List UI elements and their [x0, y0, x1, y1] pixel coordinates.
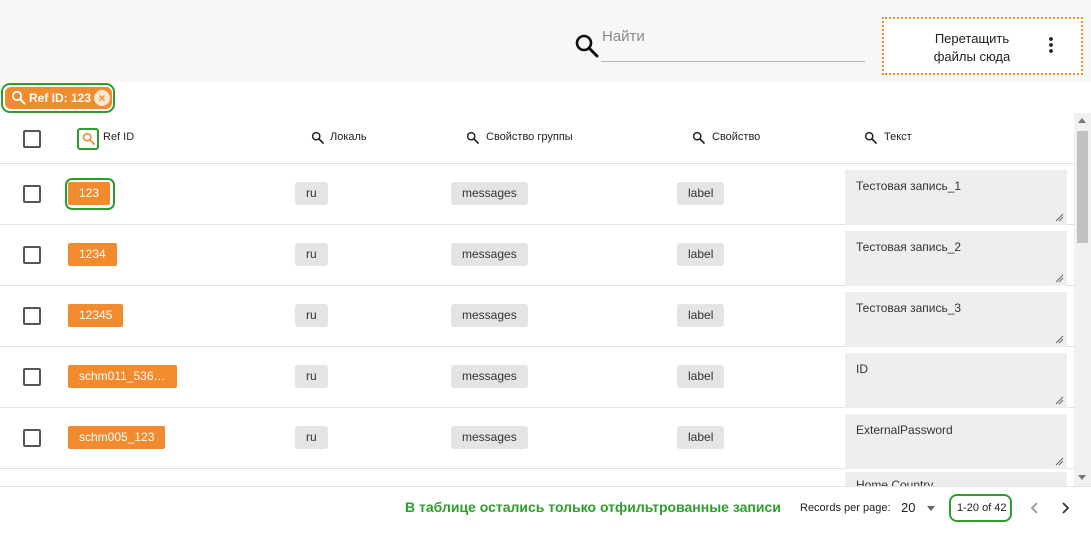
- pagination-range: 1-20 of 42: [957, 502, 1007, 514]
- group-property-tag: messages: [451, 426, 528, 449]
- search-icon[interactable]: [82, 132, 95, 145]
- property-tag: label: [677, 243, 725, 266]
- group-property-tag: messages: [451, 365, 528, 388]
- group-property-tag: messages: [451, 243, 528, 266]
- close-icon[interactable]: ×: [94, 90, 110, 106]
- table-row: schm011_536… ru messages label ID: [0, 347, 1074, 408]
- scroll-up-icon[interactable]: [1078, 118, 1086, 123]
- search-icon[interactable]: [864, 131, 877, 144]
- search-icon[interactable]: [574, 33, 600, 59]
- pagination-range-highlight: 1-20 of 42: [949, 494, 1012, 522]
- filter-chip-label: Ref ID: 123: [29, 91, 92, 105]
- scroll-down-icon[interactable]: [1078, 475, 1086, 480]
- text-field-value: ExternalPassword: [856, 423, 953, 437]
- caret-down-icon: [927, 506, 935, 511]
- table-row: 123 ru messages label Тестовая запись_1: [0, 164, 1074, 225]
- column-header-group-property[interactable]: Свойство группы: [486, 131, 573, 143]
- group-property-tag: messages: [451, 182, 528, 205]
- table-header: Ref ID Локаль Свойство группы Свойство Т…: [0, 113, 1074, 164]
- column-header-ref-id[interactable]: Ref ID: [103, 131, 134, 143]
- search-input[interactable]: Найти: [601, 24, 865, 62]
- row-checkbox[interactable]: [23, 246, 41, 264]
- locale-tag: ru: [295, 182, 328, 205]
- text-field[interactable]: Тестовая запись_3: [845, 292, 1067, 347]
- chevron-right-icon[interactable]: [1056, 499, 1074, 517]
- ref-id-badge[interactable]: 1234: [68, 243, 117, 266]
- ref-id-badge[interactable]: 12345: [68, 304, 124, 327]
- locale-tag: ru: [295, 365, 328, 388]
- resize-handle-icon[interactable]: [1055, 457, 1064, 466]
- records-per-page-label: Records per page:: [800, 502, 891, 514]
- scrollbar-thumb[interactable]: [1077, 131, 1088, 243]
- vertical-scrollbar[interactable]: [1074, 113, 1091, 486]
- property-tag: label: [677, 304, 725, 327]
- property-tag: label: [677, 182, 725, 205]
- text-field[interactable]: ExternalPassword: [845, 414, 1067, 469]
- text-field-value: ID: [856, 362, 868, 376]
- row-checkbox[interactable]: [23, 368, 41, 386]
- top-bar: Найти Перетащить файлы сюда: [0, 0, 1091, 82]
- table-row: 12345 ru messages label Тестовая запись_…: [0, 286, 1074, 347]
- resize-handle-icon[interactable]: [1055, 396, 1064, 405]
- filter-chip[interactable]: Ref ID: 123 ×: [5, 87, 112, 109]
- text-field[interactable]: Тестовая запись_1: [845, 170, 1067, 225]
- file-dropzone[interactable]: Перетащить файлы сюда: [882, 17, 1083, 75]
- text-field[interactable]: Тестовая запись_2: [845, 231, 1067, 286]
- table-row: schm005_123 ru messages label ExternalPa…: [0, 408, 1074, 469]
- search-icon[interactable]: [311, 131, 324, 144]
- annotation-note: В таблице остались только отфильтрованны…: [405, 499, 781, 515]
- text-field-value: Тестовая запись_1: [856, 179, 962, 193]
- column-header-property[interactable]: Свойство: [712, 131, 760, 143]
- row-checkbox[interactable]: [23, 429, 41, 447]
- search-placeholder: Найти: [602, 28, 645, 45]
- resize-handle-icon[interactable]: [1055, 335, 1064, 344]
- dropzone-label: Перетащить файлы сюда: [933, 31, 1011, 64]
- ref-id-badge[interactable]: schm005_123: [68, 426, 166, 449]
- property-tag: label: [677, 426, 725, 449]
- chevron-left-icon[interactable]: [1026, 499, 1044, 517]
- locale-tag: ru: [295, 304, 328, 327]
- search-icon[interactable]: [692, 131, 705, 144]
- more-vert-icon[interactable]: [1041, 35, 1061, 55]
- locale-tag: ru: [295, 426, 328, 449]
- locale-tag: ru: [295, 243, 328, 266]
- group-property-tag: messages: [451, 304, 528, 327]
- text-field-partial[interactable]: Home Country: [845, 472, 1067, 486]
- search-icon[interactable]: [466, 131, 479, 144]
- text-field[interactable]: ID: [845, 353, 1067, 408]
- table-footer: В таблице остались только отфильтрованны…: [0, 486, 1091, 533]
- ref-id-badge[interactable]: 123: [68, 182, 111, 205]
- column-header-text[interactable]: Текст: [884, 131, 912, 143]
- search-icon: [11, 90, 26, 105]
- resize-handle-icon[interactable]: [1055, 274, 1064, 283]
- select-all-checkbox[interactable]: [23, 130, 41, 148]
- text-field-value: Тестовая запись_3: [856, 301, 962, 315]
- app-root: Найти Перетащить файлы сюда Ref ID: 123 …: [0, 0, 1091, 533]
- text-field-value: Home Country: [856, 478, 934, 486]
- column-header-locale[interactable]: Локаль: [330, 131, 367, 143]
- records-per-page-select[interactable]: 20: [896, 497, 940, 519]
- resize-handle-icon[interactable]: [1055, 213, 1064, 222]
- ref-id-badge[interactable]: schm011_536…: [68, 365, 177, 388]
- records-per-page-value: 20: [901, 500, 916, 515]
- row-checkbox[interactable]: [23, 185, 41, 203]
- table-row: 1234 ru messages label Тестовая запись_2: [0, 225, 1074, 286]
- row-checkbox[interactable]: [23, 307, 41, 325]
- property-tag: label: [677, 365, 725, 388]
- text-field-value: Тестовая запись_2: [856, 240, 962, 254]
